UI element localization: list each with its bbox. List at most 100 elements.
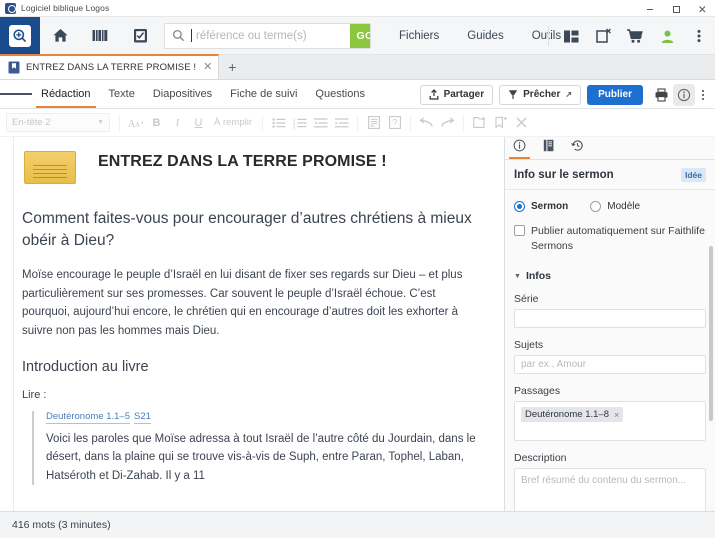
radio-sermon[interactable] — [514, 201, 525, 212]
tab-redaction[interactable]: Rédaction — [32, 80, 100, 108]
status-bar: 416 mots (3 minutes) — [0, 511, 715, 538]
cart-icon[interactable] — [619, 17, 651, 55]
tab-texte[interactable]: Texte — [100, 80, 144, 108]
font-size-icon[interactable]: A A — [127, 113, 144, 133]
scripture-quote-block[interactable]: Deutéronome 1.1–5 S21 Voici les paroles q… — [32, 410, 482, 486]
publish-button[interactable]: Publier — [587, 84, 643, 105]
search-input[interactable] — [196, 29, 350, 42]
tab-sermon-history[interactable] — [563, 137, 592, 159]
tab-questions[interactable]: Questions — [306, 80, 374, 108]
share-button[interactable]: Partager — [419, 84, 494, 105]
description-placeholder: Bref résumé du contenu du sermon... — [521, 475, 687, 487]
serie-input[interactable] — [514, 309, 706, 329]
note-icon[interactable] — [365, 113, 382, 133]
panel-actions: Partager Prêcher ↗ Publier — [419, 80, 715, 109]
sidebar-scrollbar[interactable] — [709, 246, 713, 421]
preach-button[interactable]: Prêcher ↗ — [499, 84, 582, 105]
sermon-slide-thumbnail[interactable] — [24, 151, 76, 184]
undo-icon[interactable] — [418, 113, 435, 133]
radio-modele[interactable] — [590, 201, 602, 212]
tab-fiche-de-suivi[interactable]: Fiche de suivi — [221, 80, 306, 108]
search-go-button[interactable]: GO — [350, 23, 370, 48]
outdent-icon[interactable] — [312, 113, 329, 133]
document-tab[interactable]: ENTREZ DANS LA TERRE PROMISE ! ✕ — [0, 54, 220, 79]
svg-text:A: A — [135, 121, 140, 129]
close-all-windows-icon[interactable] — [587, 17, 619, 55]
sujets-input[interactable]: par ex., Amour — [514, 355, 706, 375]
remove-passage-icon[interactable]: × — [614, 410, 619, 420]
passage-chip[interactable]: Deutéronome 1.1–8 × — [521, 407, 624, 423]
sermon-paragraph[interactable]: Moïse encourage le peuple d’Israël en lu… — [22, 266, 482, 341]
title-bar: Logiciel biblique Logos — [0, 0, 715, 17]
question-box-icon[interactable]: ? — [386, 113, 403, 133]
sermon-heading-question[interactable]: Comment faites-vous pour encourager d’au… — [22, 208, 482, 252]
bold-button[interactable]: B — [148, 113, 165, 133]
book-outline-icon — [543, 139, 555, 157]
autopublish-checkbox[interactable] — [514, 225, 525, 236]
toolbar-divider — [548, 26, 549, 46]
search-box[interactable]: GO — [164, 22, 371, 49]
nav-menu-fichiers[interactable]: Fichiers — [385, 17, 453, 55]
chevron-down-icon: ▼ — [97, 119, 104, 126]
fill-in-button[interactable]: À remplir — [211, 113, 255, 133]
description-textarea[interactable]: Bref résumé du contenu du sermon... — [514, 468, 706, 511]
window-controls — [637, 0, 715, 17]
page-title: ENTREZ DANS LA TERRE PROMISE ! — [98, 153, 387, 170]
sermon-info-body: Sermon Modèle Publier automatiquement su… — [505, 190, 715, 511]
maximize-icon[interactable] — [663, 0, 689, 17]
toolbar-divider — [262, 114, 264, 131]
italic-button[interactable]: I — [169, 113, 186, 133]
bullet-list-icon[interactable] — [270, 113, 287, 133]
numbered-list-icon[interactable]: 1 2 3 — [291, 113, 308, 133]
clear-formatting-icon[interactable] — [513, 113, 530, 133]
nav-menu-guides[interactable]: Guides — [453, 17, 517, 55]
kebab-menu-icon[interactable] — [683, 17, 715, 55]
tab-redaction-label: Rédaction — [41, 88, 91, 100]
paragraph-style-select[interactable]: En-tête 2 ▼ — [6, 113, 110, 132]
tab-diapositives-label: Diapositives — [152, 88, 213, 100]
printer-icon[interactable] — [651, 87, 671, 102]
share-upload-icon — [429, 89, 439, 100]
library-icon[interactable] — [80, 17, 120, 55]
word-count-label: 416 mots (3 minutes) — [12, 519, 111, 531]
scripture-reference[interactable]: Deutéronome 1.1–5 S21 — [46, 410, 482, 424]
insert-slide-icon[interactable] — [471, 113, 488, 133]
layout-icon[interactable] — [555, 17, 587, 55]
kebab-menu-icon[interactable] — [695, 89, 711, 101]
reading-plan-icon[interactable] — [120, 17, 160, 55]
redo-icon[interactable] — [439, 113, 456, 133]
home-icon[interactable] — [40, 17, 80, 55]
svg-text:3: 3 — [293, 124, 296, 129]
close-icon[interactable] — [689, 0, 715, 17]
underline-button[interactable]: U — [190, 113, 207, 133]
status-badge[interactable]: Idée — [680, 167, 706, 182]
indent-icon[interactable] — [333, 113, 350, 133]
sermon-section-heading[interactable]: Introduction au livre — [22, 359, 482, 375]
sermon-document-icon — [8, 61, 20, 74]
autopublish-row: Publier automatiquement sur Faithlife Se… — [514, 224, 706, 254]
scripture-reference-label[interactable]: Deutéronome 1.1–5 — [46, 410, 130, 424]
new-tab-button[interactable]: + — [219, 54, 245, 79]
close-icon[interactable]: ✕ — [203, 62, 212, 73]
info-circle-icon[interactable] — [673, 83, 695, 106]
tab-sermon-outline[interactable] — [534, 137, 563, 159]
insert-bookmark-icon[interactable] — [492, 113, 509, 133]
account-icon[interactable] — [651, 17, 683, 55]
minimize-icon[interactable] — [637, 0, 663, 17]
logos-search-badge-icon[interactable] — [0, 16, 40, 55]
tab-sermon-info[interactable] — [505, 137, 534, 159]
window-title: Logiciel biblique Logos — [21, 3, 110, 13]
tab-diapositives[interactable]: Diapositives — [144, 80, 221, 108]
passages-input[interactable]: Deutéronome 1.1–8 × — [514, 401, 706, 442]
sermon-info-title: Info sur le sermon — [514, 168, 614, 181]
hamburger-icon[interactable] — [0, 80, 33, 108]
sermon-document-content: ENTREZ DANS LA TERRE PROMISE ! Comment f… — [0, 137, 504, 486]
sermon-editor-pane[interactable]: ENTREZ DANS LA TERRE PROMISE ! Comment f… — [0, 137, 505, 511]
sermon-info-panel: Info sur le sermon Idée Sermon Modèle Pu… — [505, 137, 715, 511]
format-toolbar: En-tête 2 ▼ A A B I U À remplir 1 2 3 ? — [0, 109, 715, 137]
editor-left-gutter — [0, 137, 14, 511]
scripture-version-label[interactable]: S21 — [133, 410, 151, 424]
sermon-type-radio-group: Sermon Modèle — [514, 201, 706, 212]
infos-section-header[interactable]: ▼ Infos — [514, 270, 706, 282]
sermon-lead-text[interactable]: Lire : — [22, 389, 482, 401]
